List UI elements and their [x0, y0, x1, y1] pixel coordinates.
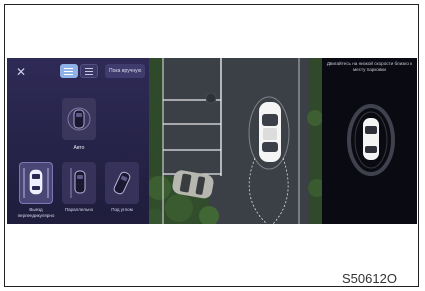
- auto-parking-tile[interactable]: [62, 98, 96, 140]
- angled-parking-tile[interactable]: [105, 162, 139, 204]
- top-view-car-icon: [347, 104, 395, 176]
- auto-parking-icon: [67, 107, 91, 131]
- right-grass: [309, 58, 322, 224]
- parking-mode-panel: ✕ Пока вручную Авто Выезд перпендикулярн…: [7, 58, 149, 224]
- parallel-parking-icon: [70, 168, 86, 198]
- mode-toggle-active[interactable]: [60, 64, 78, 78]
- guidance-panel: Двигайтесь на низкой скорости близко к м…: [322, 58, 417, 224]
- auto-parking-label: Авто: [73, 145, 85, 151]
- angled-parking-icon: [113, 171, 131, 195]
- parking-screen: ✕ Пока вручную Авто Выезд перпендикулярн…: [7, 58, 417, 224]
- angled-parking-label: Под углом: [111, 207, 133, 212]
- figure-caption: S50612O: [342, 271, 397, 286]
- perpendicular-exit-icon: [23, 168, 49, 198]
- close-icon[interactable]: ✕: [16, 66, 26, 78]
- parallel-parking-tile[interactable]: [62, 162, 96, 204]
- manual-parking-button[interactable]: Пока вручную: [105, 64, 146, 78]
- parking-lot-camera-view: [149, 58, 322, 224]
- mode-toggle-inactive[interactable]: [80, 64, 98, 78]
- perpendicular-exit-tile[interactable]: [19, 162, 53, 204]
